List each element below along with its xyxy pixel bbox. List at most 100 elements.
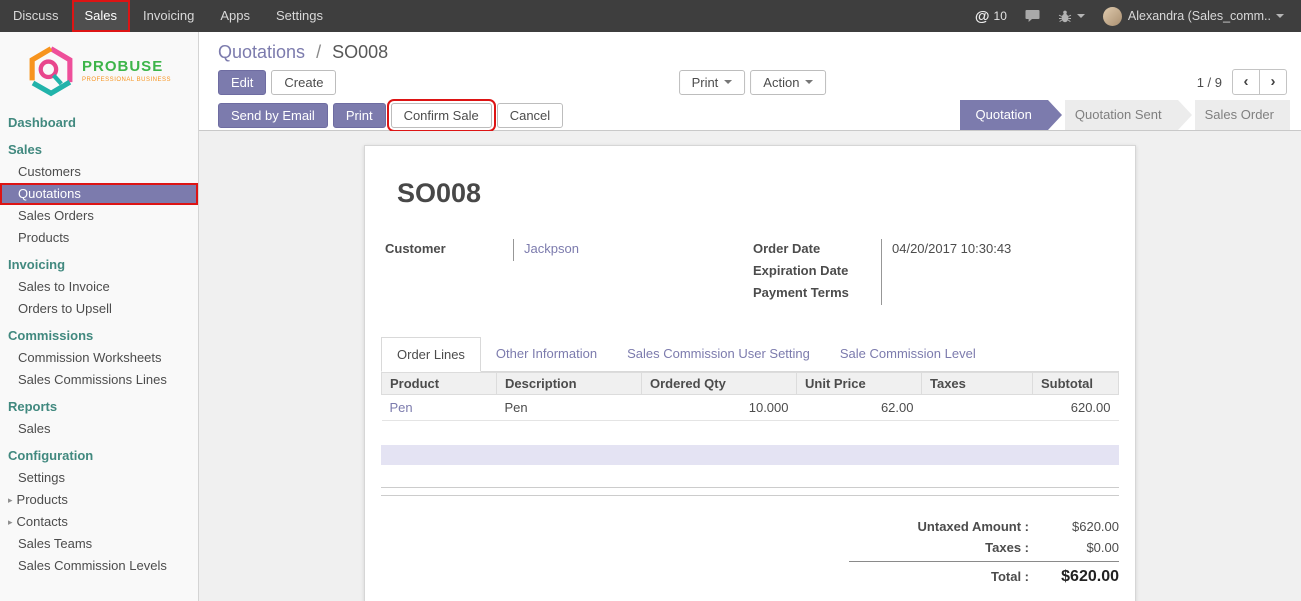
avatar bbox=[1103, 7, 1122, 26]
sidebar-item-commission-worksheets[interactable]: Commission Worksheets bbox=[0, 347, 198, 369]
logo-text: PROBUSE PROFESSIONAL BUSINESS bbox=[82, 59, 171, 83]
tab-other-information[interactable]: Other Information bbox=[481, 337, 612, 371]
bug-icon bbox=[1058, 9, 1072, 23]
user-name: Alexandra (Sales_comm.. bbox=[1128, 9, 1271, 23]
top-nav-tools: @ 10 Alexandra (Sales_comm.. bbox=[966, 0, 1301, 32]
create-button[interactable]: Create bbox=[271, 70, 336, 95]
state-pipeline: Quotation Quotation Sent Sales Order bbox=[960, 100, 1290, 130]
activities-button[interactable]: @ 10 bbox=[966, 0, 1016, 32]
chat-bubble-icon bbox=[1025, 9, 1040, 23]
chevron-down-icon bbox=[1077, 14, 1085, 18]
form-statusbar: Send by Email Print Confirm Sale Cancel … bbox=[199, 100, 1301, 131]
top-navbar: Discuss Sales Invoicing Apps Settings @ … bbox=[0, 0, 1301, 32]
breadcrumb: Quotations / SO008 bbox=[218, 42, 388, 63]
state-quotation[interactable]: Quotation bbox=[960, 100, 1048, 130]
record-title: SO008 bbox=[397, 178, 1119, 209]
notebook-tabs: Order Lines Other Information Sales Comm… bbox=[381, 337, 1119, 372]
ordered-qty-cell: 10.000 bbox=[642, 395, 797, 421]
nav-discuss[interactable]: Discuss bbox=[0, 0, 72, 32]
sidebar-item-sales-to-invoice[interactable]: Sales to Invoice bbox=[0, 276, 198, 298]
sidebar-item-products-config[interactable]: ▸Products bbox=[0, 489, 198, 511]
nav-settings[interactable]: Settings bbox=[263, 0, 336, 32]
edit-button[interactable]: Edit bbox=[218, 70, 266, 95]
chevron-down-icon bbox=[805, 80, 813, 84]
order-lines-header-row: Product Description Ordered Qty Unit Pri… bbox=[382, 373, 1119, 395]
logo-title: PROBUSE bbox=[82, 59, 171, 75]
sidebar-header-configuration[interactable]: Configuration bbox=[0, 444, 198, 467]
untaxed-amount-value: $620.00 bbox=[1039, 519, 1119, 534]
sidebar-item-sales-orders[interactable]: Sales Orders bbox=[0, 205, 198, 227]
sidebar-item-settings[interactable]: Settings bbox=[0, 467, 198, 489]
sidebar-header-sales[interactable]: Sales bbox=[0, 138, 198, 161]
nav-sales[interactable]: Sales bbox=[72, 0, 131, 32]
order-date-label: Order Date bbox=[751, 239, 882, 261]
sidebar-item-contacts[interactable]: ▸Contacts bbox=[0, 511, 198, 533]
main-content: Quotations / SO008 Edit Create Print Act… bbox=[199, 32, 1301, 601]
sidebar-header-commissions[interactable]: Commissions bbox=[0, 324, 198, 347]
document-sheet: SO008 Customer Jackpson Order Date 04/20… bbox=[364, 145, 1136, 601]
control-panel: Quotations / SO008 Edit Create Print Act… bbox=[199, 32, 1301, 100]
chevron-right-icon: ▸ bbox=[8, 517, 13, 527]
pager-next-button[interactable]: › bbox=[1259, 69, 1287, 95]
payment-terms-value bbox=[882, 283, 1117, 305]
order-lines-table: Product Description Ordered Qty Unit Pri… bbox=[381, 372, 1119, 421]
print-button[interactable]: Print bbox=[333, 103, 386, 128]
untaxed-amount-label: Untaxed Amount : bbox=[849, 519, 1039, 534]
logo-subtitle: PROFESSIONAL BUSINESS bbox=[82, 77, 171, 83]
sidebar-header-invoicing[interactable]: Invoicing bbox=[0, 253, 198, 276]
column-header-ordered-qty[interactable]: Ordered Qty bbox=[642, 373, 797, 395]
sidebar-menu: Dashboard Sales Customers Quotations Sal… bbox=[0, 111, 198, 577]
tab-order-lines[interactable]: Order Lines bbox=[381, 337, 481, 372]
nav-invoicing[interactable]: Invoicing bbox=[130, 0, 207, 32]
order-line-row[interactable]: Pen Pen 10.000 62.00 620.00 bbox=[382, 395, 1119, 421]
breadcrumb-quotations-link[interactable]: Quotations bbox=[218, 42, 305, 62]
sidebar-item-sales-report[interactable]: Sales bbox=[0, 418, 198, 440]
payment-terms-label: Payment Terms bbox=[751, 283, 882, 305]
messages-button[interactable] bbox=[1016, 0, 1049, 32]
description-cell: Pen bbox=[497, 395, 642, 421]
tab-sale-commission-level[interactable]: Sale Commission Level bbox=[825, 337, 991, 371]
sidebar-header-reports[interactable]: Reports bbox=[0, 395, 198, 418]
state-sales-order[interactable]: Sales Order bbox=[1195, 100, 1290, 130]
sidebar-header-dashboard[interactable]: Dashboard bbox=[0, 111, 198, 134]
field-groups: Customer Jackpson Order Date 04/20/2017 … bbox=[383, 239, 1117, 305]
user-menu[interactable]: Alexandra (Sales_comm.. bbox=[1094, 0, 1293, 32]
terms-note-field[interactable] bbox=[381, 445, 1119, 465]
at-icon: @ bbox=[975, 8, 990, 25]
cancel-button[interactable]: Cancel bbox=[497, 103, 563, 128]
column-header-subtotal[interactable]: Subtotal bbox=[1033, 373, 1119, 395]
probuse-logo[interactable]: PROBUSE PROFESSIONAL BUSINESS bbox=[0, 32, 198, 107]
top-nav-menu: Discuss Sales Invoicing Apps Settings bbox=[0, 0, 336, 32]
expiration-date-label: Expiration Date bbox=[751, 261, 882, 283]
print-dropdown-label: Print bbox=[692, 75, 719, 90]
sidebar-item-quotations[interactable]: Quotations bbox=[0, 183, 198, 205]
customer-value-link[interactable]: Jackpson bbox=[524, 241, 579, 256]
expiration-date-value bbox=[882, 261, 1117, 283]
form-view: SO008 Customer Jackpson Order Date 04/20… bbox=[199, 131, 1301, 601]
sidebar-item-sales-commission-levels[interactable]: Sales Commission Levels bbox=[0, 555, 198, 577]
sidebar-item-customers[interactable]: Customers bbox=[0, 161, 198, 183]
column-header-taxes[interactable]: Taxes bbox=[922, 373, 1033, 395]
action-dropdown[interactable]: Action bbox=[750, 70, 826, 95]
print-dropdown[interactable]: Print bbox=[679, 70, 746, 95]
confirm-sale-button[interactable]: Confirm Sale bbox=[391, 103, 492, 128]
column-header-product[interactable]: Product bbox=[382, 373, 497, 395]
sidebar-item-sales-teams[interactable]: Sales Teams bbox=[0, 533, 198, 555]
sidebar-item-products[interactable]: Products bbox=[0, 227, 198, 249]
column-header-description[interactable]: Description bbox=[497, 373, 642, 395]
sidebar-item-orders-to-upsell[interactable]: Orders to Upsell bbox=[0, 298, 198, 320]
probuse-logo-icon bbox=[27, 45, 75, 97]
subtotal-cell: 620.00 bbox=[1033, 395, 1119, 421]
pager-previous-button[interactable]: ‹ bbox=[1232, 69, 1260, 95]
total-label: Total : bbox=[849, 569, 1039, 584]
activity-count: 10 bbox=[994, 9, 1007, 23]
product-link[interactable]: Pen bbox=[390, 400, 413, 415]
column-header-unit-price[interactable]: Unit Price bbox=[797, 373, 922, 395]
debug-menu-button[interactable] bbox=[1049, 0, 1094, 32]
order-date-value: 04/20/2017 10:30:43 bbox=[882, 239, 1117, 261]
send-by-email-button[interactable]: Send by Email bbox=[218, 103, 328, 128]
nav-apps[interactable]: Apps bbox=[207, 0, 263, 32]
sidebar-item-sales-commissions-lines[interactable]: Sales Commissions Lines bbox=[0, 369, 198, 391]
tab-sales-commission-user-setting[interactable]: Sales Commission User Setting bbox=[612, 337, 825, 371]
state-quotation-sent[interactable]: Quotation Sent bbox=[1065, 100, 1178, 130]
